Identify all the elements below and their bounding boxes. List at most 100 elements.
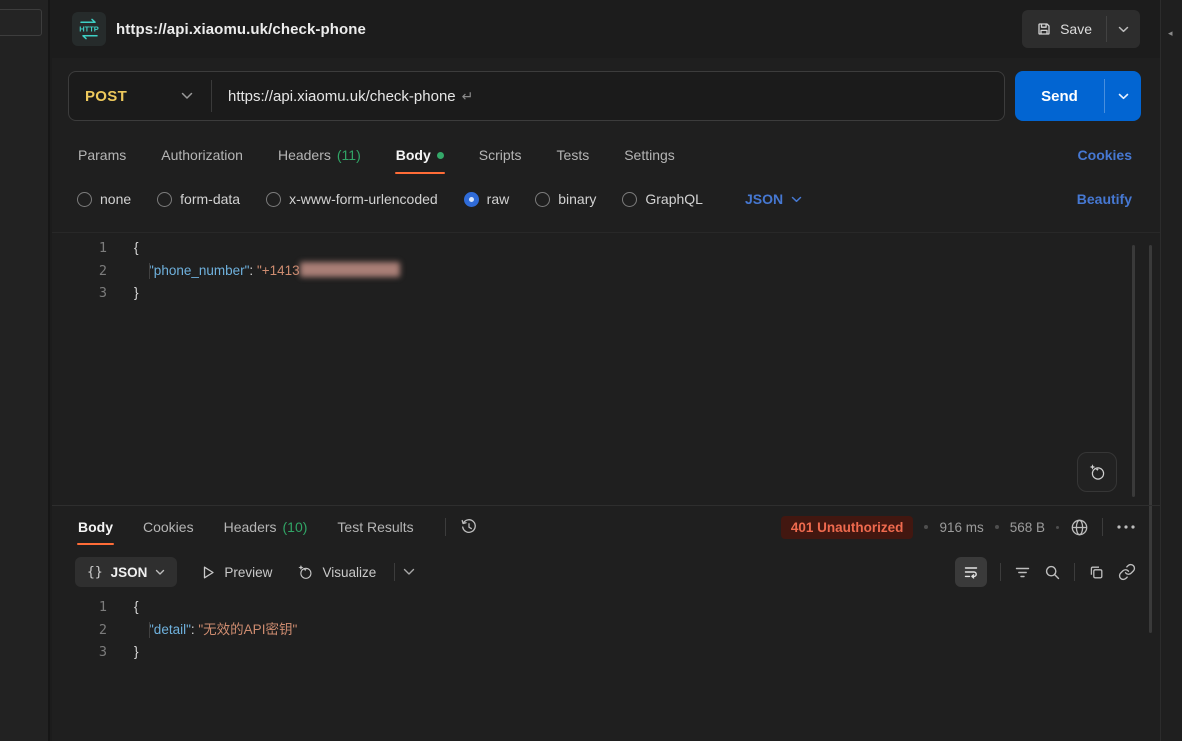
toolbar-divider	[394, 563, 395, 581]
svg-text:HTTP: HTTP	[79, 25, 99, 34]
request-tab-scripts[interactable]: Scripts	[478, 133, 523, 177]
response-size[interactable]: 568 B	[1010, 520, 1045, 535]
wrap-text-icon	[963, 564, 979, 580]
visualize-button[interactable]: Visualize	[296, 563, 376, 581]
request-tab-authorization[interactable]: Authorization	[160, 133, 244, 177]
postbot-sparkle-icon	[1087, 462, 1107, 482]
tab-label: Headers	[278, 147, 331, 163]
indent-guide	[149, 263, 150, 280]
tab-label: Tests	[557, 147, 590, 163]
left-rail	[0, 0, 50, 741]
response-body-editor[interactable]: 1{2 "detail": "无效的API密钥"3}	[52, 594, 1160, 672]
app-window: HTTP https://api.xiaomu.uk/check-phone S…	[0, 0, 1182, 741]
send-button[interactable]: Send	[1015, 71, 1104, 121]
wrap-text-button[interactable]	[955, 557, 987, 587]
tab-label: Cookies	[143, 519, 194, 535]
http-method-icon: HTTP	[72, 12, 106, 46]
format-select[interactable]: {} JSON	[75, 557, 177, 587]
copy-icon[interactable]	[1088, 564, 1105, 581]
code-line[interactable]: 3}	[52, 641, 1160, 664]
mode-form-data[interactable]: form-data	[157, 191, 240, 207]
mode-x-www-form-urlencoded[interactable]: x-www-form-urlencoded	[266, 191, 438, 207]
code-line[interactable]: 2 "detail": "无效的API密钥"	[52, 619, 1160, 642]
more-actions-icon[interactable]	[1116, 523, 1136, 531]
toolbar-divider	[1000, 563, 1001, 581]
code-content: {	[134, 596, 139, 619]
code-line[interactable]: 3}	[52, 282, 1160, 305]
response-tab-test-results[interactable]: Test Results	[336, 506, 414, 548]
line-number: 1	[52, 237, 114, 260]
code-token: {	[134, 240, 139, 255]
collapse-arrow-icon[interactable]: ◂	[1168, 28, 1173, 39]
chevron-down-icon[interactable]	[403, 568, 415, 576]
request-tab-settings[interactable]: Settings	[623, 133, 676, 177]
mode-raw[interactable]: raw	[464, 191, 510, 207]
code-token: }	[134, 285, 139, 300]
filter-icon[interactable]	[1014, 565, 1031, 580]
send-options-button[interactable]	[1105, 71, 1141, 121]
link-icon[interactable]	[1118, 563, 1136, 581]
rail-tab-box[interactable]	[0, 9, 42, 36]
line-number: 2	[52, 619, 114, 642]
mode-label: none	[100, 191, 131, 207]
mode-binary[interactable]: binary	[535, 191, 596, 207]
tab-label: Test Results	[337, 519, 413, 535]
tab-label: Scripts	[479, 147, 522, 163]
code-line[interactable]: 1{	[52, 596, 1160, 619]
tab-label: Params	[78, 147, 126, 163]
redacted-value	[300, 262, 400, 277]
mode-none[interactable]: none	[77, 191, 131, 207]
meta-separator-dot	[995, 525, 999, 529]
line-number: 3	[52, 641, 114, 664]
language-select[interactable]: JSON	[745, 191, 802, 207]
request-tab-headers[interactable]: Headers (11)	[277, 133, 362, 177]
request-tabs: Params Authorization Headers (11) Body Script…	[52, 133, 1160, 177]
tab-count-badge: (11)	[337, 147, 361, 163]
code-line[interactable]: 1{	[52, 237, 1160, 260]
response-tab-body[interactable]: Body	[77, 506, 114, 548]
line-number: 1	[52, 596, 114, 619]
save-options-button[interactable]	[1107, 10, 1140, 48]
history-icon[interactable]	[460, 518, 478, 536]
code-content: "phone_number": "+1413	[134, 260, 400, 283]
response-time[interactable]: 916 ms	[939, 520, 983, 535]
response-tab-headers[interactable]: Headers(10)	[223, 506, 309, 548]
globe-icon[interactable]	[1070, 518, 1089, 537]
response-header: Body Cookies Headers(10) Test Results 401 U…	[52, 506, 1160, 548]
line-number: 2	[52, 260, 114, 283]
beautify-link[interactable]: Beautify	[1077, 191, 1132, 207]
preview-button[interactable]: Preview	[201, 565, 272, 580]
return-key-icon: ↵	[462, 88, 474, 105]
status-badge[interactable]: 401 Unauthorized	[781, 516, 914, 539]
play-icon	[201, 565, 216, 580]
cookies-link[interactable]: Cookies	[1078, 147, 1132, 163]
request-tab-body[interactable]: Body	[395, 133, 445, 177]
radio-icon	[157, 192, 172, 207]
postbot-button[interactable]	[1077, 452, 1117, 492]
save-icon	[1036, 21, 1052, 37]
save-button[interactable]: Save	[1022, 10, 1106, 48]
mode-graphql[interactable]: GraphQL	[622, 191, 703, 207]
editor-scrollbar[interactable]	[1132, 245, 1135, 497]
response-tab-cookies[interactable]: Cookies	[142, 506, 195, 548]
code-line[interactable]: 2 "phone_number": "+1413	[52, 260, 1160, 283]
tab-label: Authorization	[161, 147, 243, 163]
method-select[interactable]: POST	[69, 88, 211, 105]
url-input[interactable]: https://api.xiaomu.uk/check-phone	[228, 88, 456, 105]
response-tabs-list: Body Cookies Headers(10) Test Results	[77, 506, 443, 548]
code-token: "无效的API密钥"	[198, 622, 297, 637]
code-token: :	[249, 263, 257, 278]
request-body-editor[interactable]: 1{2 "phone_number": "+14133}	[52, 232, 1160, 505]
tab-label: Body	[78, 519, 113, 535]
request-tab-tests[interactable]: Tests	[556, 133, 591, 177]
search-icon[interactable]	[1044, 564, 1061, 581]
toolbar-divider	[1074, 563, 1075, 581]
request-tab-params[interactable]: Params	[77, 133, 127, 177]
response-tabs-divider	[445, 518, 446, 536]
indent-guide	[149, 622, 150, 639]
code-content: }	[134, 282, 139, 305]
request-title: https://api.xiaomu.uk/check-phone	[116, 21, 366, 38]
url-divider	[211, 80, 212, 112]
chevron-down-icon	[1118, 26, 1129, 33]
code-token: "+1413	[257, 263, 300, 278]
